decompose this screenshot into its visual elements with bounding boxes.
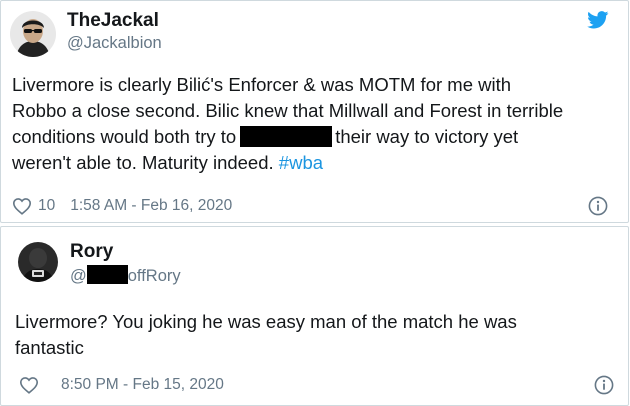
redaction-box	[240, 126, 333, 147]
avatar[interactable]	[18, 242, 58, 282]
tweet-text-line: their way to victory yet	[335, 126, 519, 147]
tweet-meta: 8:50 PM - Feb 15, 2020	[19, 376, 224, 394]
reply-text-line: fantastic	[15, 337, 84, 358]
info-icon[interactable]	[594, 375, 614, 400]
heart-icon[interactable]	[12, 197, 32, 215]
twitter-bird-icon[interactable]	[587, 11, 609, 34]
reply-text: Livermore? You joking he was easy man of…	[15, 309, 615, 361]
tweet-text-line: Robbo a close second. Bilic knew that Mi…	[12, 100, 564, 121]
tweet-text-line: Livermore is clearly Bilić's Enforcer & …	[12, 74, 512, 95]
handle-prefix: @	[70, 267, 87, 285]
heart-icon[interactable]	[19, 376, 39, 394]
display-name[interactable]: Rory	[70, 241, 113, 263]
reply-text-line: Livermore? You joking he was easy man of…	[15, 311, 517, 332]
tweet-meta: 10 1:58 AM - Feb 16, 2020	[12, 197, 232, 215]
tweet-text: Livermore is clearly Bilić's Enforcer & …	[12, 72, 622, 176]
user-handle[interactable]: @Jackalbion	[67, 34, 162, 53]
avatar-image	[10, 11, 56, 57]
tweet-text-line: weren't able to. Maturity indeed.	[12, 152, 274, 173]
redaction-box	[86, 265, 128, 284]
tweet-text-line: conditions would both try to	[12, 126, 237, 147]
hashtag-link[interactable]: #wba	[279, 152, 323, 173]
tweet-timestamp[interactable]: 1:58 AM - Feb 16, 2020	[70, 197, 232, 215]
handle-suffix: offRory	[127, 267, 181, 285]
info-icon[interactable]	[588, 196, 608, 221]
like-count[interactable]: 10	[38, 197, 55, 215]
display-name[interactable]: TheJackal	[67, 10, 159, 32]
tweet-card: TheJackal @Jackalbion Livermore is clear…	[0, 0, 629, 223]
avatar-image	[18, 242, 58, 282]
tweet-timestamp[interactable]: 8:50 PM - Feb 15, 2020	[61, 376, 224, 394]
user-handle[interactable]: @ offRory	[70, 265, 181, 286]
avatar[interactable]	[10, 11, 56, 57]
reply-tweet-card: Rory @ offRory Livermore? You joking he w…	[0, 226, 629, 406]
